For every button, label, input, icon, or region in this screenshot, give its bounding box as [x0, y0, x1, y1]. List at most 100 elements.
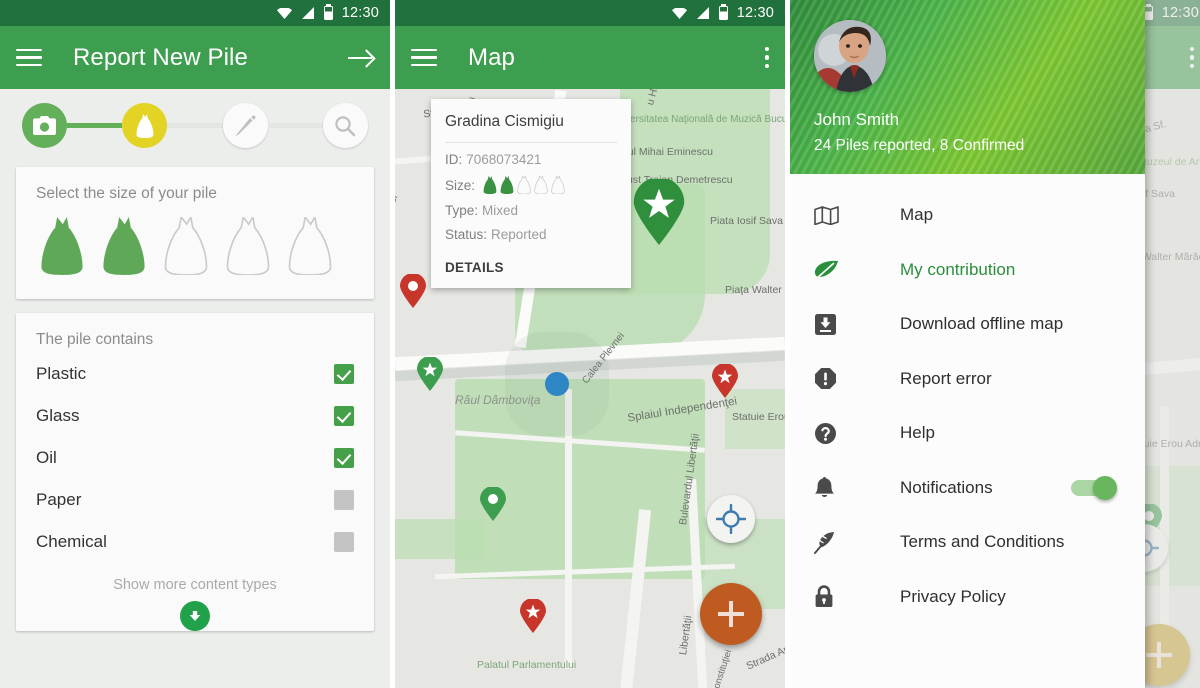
bag-option-2[interactable] [102, 217, 146, 275]
bag-option-1[interactable] [40, 217, 84, 275]
map-label: Universitatea Naţională de Muzică Bucure… [610, 114, 785, 125]
lock-icon [814, 585, 848, 608]
pile-info-id-value: 7068073421 [466, 152, 542, 167]
content-type-label: Oil [36, 448, 57, 467]
step-camera[interactable] [22, 103, 67, 148]
checkbox-chemical[interactable] [334, 532, 354, 552]
page-title: Report New Pile [73, 43, 248, 71]
map-pin-reported[interactable] [520, 599, 546, 633]
menu-item-notifications[interactable]: Notifications [790, 461, 1145, 516]
drawer-header: John Smith 24 Piles reported, 8 Confirme… [790, 0, 1145, 174]
bell-icon [814, 476, 848, 499]
map-pin-reported[interactable] [712, 364, 738, 398]
pile-info-type-label: Type: [445, 203, 479, 218]
mini-bag-5 [551, 176, 565, 194]
bag-option-5[interactable] [288, 217, 332, 275]
menu-item-terms-and-conditions[interactable]: Terms and Conditions [790, 515, 1145, 570]
my-location-button[interactable] [707, 495, 755, 543]
panel-navigation-drawer: 12:30 Strada Sf. Muzeul de Artă Piata Io… [790, 0, 1200, 688]
menu-item-label: Notifications [900, 477, 993, 497]
map-icon [814, 205, 848, 225]
battery-icon [718, 4, 728, 20]
notifications-toggle[interactable] [1071, 475, 1117, 500]
bag-option-3[interactable] [164, 217, 208, 275]
signal-icon [301, 7, 314, 19]
download-icon [814, 313, 848, 336]
mini-bag-2 [500, 176, 514, 194]
pile-contents-card: The pile contains Plastic Glass Oil Pape… [16, 313, 374, 631]
arrow-right-icon[interactable] [348, 48, 374, 68]
navigation-drawer: John Smith 24 Piles reported, 8 Confirme… [790, 0, 1145, 688]
signal-icon [696, 7, 709, 19]
map-label: Statuie Erou Adrian Barbu [732, 411, 785, 423]
battery-icon [323, 4, 333, 20]
content-type-label: Paper [36, 490, 82, 509]
menu-item-label: Download offline map [900, 314, 1064, 334]
stepper-connector-1 [67, 123, 123, 128]
menu-item-download-offline-map[interactable]: Download offline map [790, 297, 1145, 352]
show-more-label[interactable]: Show more content types [16, 563, 374, 593]
list-item[interactable]: Oil [16, 437, 374, 479]
arrow-down-circle-icon[interactable] [180, 601, 210, 631]
pile-info-type: Type: Mixed [445, 203, 617, 218]
hamburger-icon[interactable] [411, 48, 437, 67]
panel-report-new-pile: 12:30 Report New Pile Select the size of… [0, 0, 390, 688]
bag-option-4[interactable] [226, 217, 270, 275]
toggle-thumb [1093, 475, 1117, 500]
map-pin-plain[interactable] [400, 274, 426, 308]
checkbox-oil[interactable] [334, 448, 354, 468]
overflow-menu-icon[interactable] [764, 46, 769, 69]
crosshair-icon [716, 504, 746, 534]
checkbox-glass[interactable] [334, 406, 354, 426]
map-pin-plain-green[interactable] [480, 487, 506, 521]
map-pin-confirmed[interactable] [417, 357, 443, 391]
alert-icon [814, 367, 848, 390]
step-describe[interactable] [222, 103, 268, 148]
list-item[interactable]: Chemical [16, 521, 374, 563]
pile-info-id: ID: 7068073421 [445, 152, 617, 167]
app-bar-report: Report New Pile [0, 26, 390, 89]
menu-item-report-error[interactable]: Report error [790, 352, 1145, 407]
status-time: 12:30 [341, 5, 379, 21]
map-label: Piaţa Walter Mărăcineanu [725, 284, 785, 296]
menu-item-privacy-policy[interactable]: Privacy Policy [790, 570, 1145, 625]
wifi-icon [276, 7, 292, 19]
app-bar-map: Map [395, 26, 785, 89]
details-button[interactable]: DETAILS [445, 260, 617, 275]
add-pile-button[interactable] [700, 583, 762, 645]
status-bar: 12:30 [0, 0, 390, 26]
list-item[interactable]: Plastic [16, 353, 374, 395]
step-review[interactable] [322, 103, 368, 148]
list-item[interactable]: Glass [16, 395, 374, 437]
content-type-label: Glass [36, 406, 80, 425]
current-location-dot [545, 372, 569, 396]
pile-size-options [16, 203, 374, 299]
map-road [565, 389, 572, 669]
camera-icon [33, 116, 56, 135]
pile-info-status: Status: Reported [445, 227, 617, 242]
mini-bag-3 [517, 176, 531, 194]
step-pile-size[interactable] [122, 103, 168, 148]
mini-bag-1 [483, 176, 497, 194]
leaf-icon [814, 260, 848, 280]
pile-info-type-value: Mixed [482, 203, 519, 218]
checkbox-plastic[interactable] [334, 364, 354, 384]
menu-item-label: Terms and Conditions [900, 532, 1065, 552]
mini-bag-4 [534, 176, 548, 194]
hamburger-icon[interactable] [16, 48, 42, 67]
status-bar: 12:30 [395, 0, 785, 26]
help-icon [814, 422, 848, 445]
menu-item-my-contribution[interactable]: My contribution [790, 243, 1145, 298]
pile-info-status-value: Reported [491, 227, 547, 242]
stepper-connector-2 [167, 123, 223, 128]
menu-item-label: Report error [900, 368, 992, 388]
pile-info-size-label: Size: [445, 177, 476, 193]
feather-icon [814, 531, 848, 554]
map-pin-selected[interactable] [633, 179, 685, 245]
menu-item-map[interactable]: Map [790, 188, 1145, 243]
checkbox-paper[interactable] [334, 490, 354, 510]
list-item[interactable]: Paper [16, 479, 374, 521]
menu-item-help[interactable]: Help [790, 406, 1145, 461]
stepper-connector-3 [267, 123, 323, 128]
avatar[interactable] [814, 20, 886, 92]
